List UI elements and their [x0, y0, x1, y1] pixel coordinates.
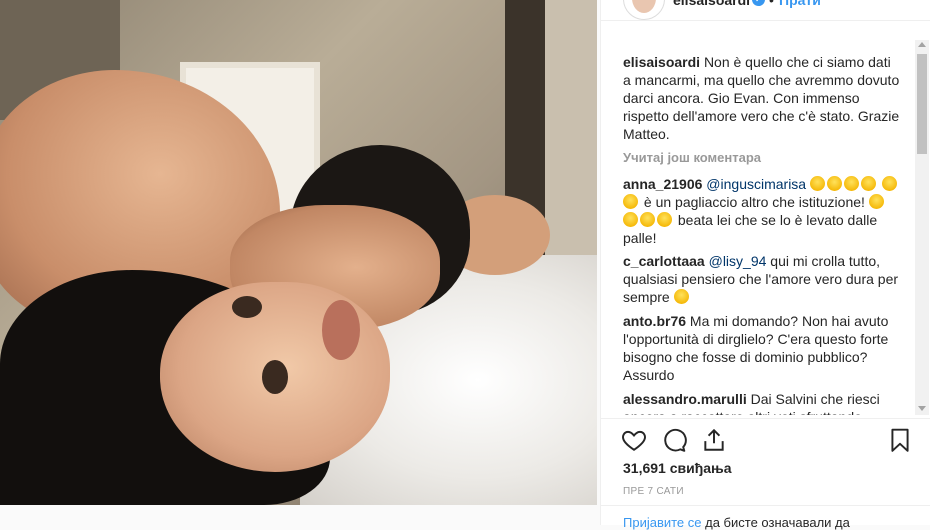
- post-timestamp[interactable]: ПРЕ 7 САТИ: [623, 486, 684, 497]
- list-item: c_carlottaaa @lisy_94 qui mi crolla tutt…: [623, 252, 901, 306]
- comments-scrollbar[interactable]: [915, 40, 929, 415]
- login-prompt: Пријавите се да бисте означавали да: [601, 505, 930, 530]
- post-side-panel: elisaisoardi ✓ • Прати elisaisoardi Non …: [600, 0, 930, 530]
- laughing-emoji-icon: [623, 194, 638, 209]
- laughing-emoji-icon: [868, 194, 884, 209]
- scroll-up-arrow-icon[interactable]: [918, 42, 926, 47]
- heart-icon[interactable]: [621, 427, 647, 453]
- comment-username[interactable]: c_carlottaaa: [623, 253, 705, 269]
- comment-text: è un pagliaccio altro che istituzione!: [643, 194, 865, 210]
- login-suffix: да бисте означавали да: [701, 515, 850, 530]
- header-username[interactable]: elisaisoardi: [673, 0, 750, 8]
- list-item: anna_21906 @inguscimarisa è un pagliacci…: [623, 175, 901, 247]
- likes-count[interactable]: 31,691 свиђања: [623, 460, 732, 476]
- photo-eye: [262, 360, 288, 394]
- laughing-emoji-icon: [810, 176, 825, 191]
- follow-button[interactable]: Прати: [779, 0, 821, 8]
- caption-username[interactable]: elisaisoardi: [623, 54, 700, 70]
- list-item: alessandro.marulli Dai Salvini che riesc…: [623, 390, 901, 415]
- login-link[interactable]: Пријавите се: [623, 515, 702, 530]
- verified-badge-icon: ✓: [752, 0, 765, 6]
- bookmark-icon[interactable]: [887, 427, 913, 453]
- laughing-emoji-icon: [640, 212, 655, 227]
- comment-icon[interactable]: [661, 427, 687, 453]
- scrollbar-thumb[interactable]: [917, 54, 927, 154]
- comment-username[interactable]: anto.br76: [623, 313, 686, 329]
- laughing-emoji-icon: [657, 212, 672, 227]
- photo-lips: [322, 300, 360, 360]
- post-photo[interactable]: [0, 0, 597, 505]
- laughing-emoji-icon: [844, 176, 859, 191]
- laughing-emoji-icon: [881, 176, 897, 191]
- laughing-emoji-icon: [673, 289, 689, 304]
- comments-list[interactable]: elisaisoardi Non è quello che ci siamo d…: [601, 40, 913, 415]
- avatar[interactable]: [623, 0, 665, 20]
- photo-wall: [545, 0, 597, 260]
- post-header: elisaisoardi ✓ • Прати: [601, 0, 930, 21]
- header-separator: •: [769, 0, 774, 8]
- login-prompt-text: Пријавите се да бисте означавали да: [623, 515, 850, 530]
- comment-username[interactable]: anna_21906: [623, 176, 702, 192]
- caption: elisaisoardi Non è quello che ci siamo d…: [623, 53, 901, 143]
- list-item: anto.br76 Ma mi domando? Non hai avuto l…: [623, 312, 901, 384]
- post-actions: [601, 418, 930, 459]
- scroll-down-arrow-icon[interactable]: [918, 406, 926, 411]
- comment-mention[interactable]: @inguscimarisa: [706, 176, 806, 192]
- comment-mention[interactable]: @lisy_94: [709, 253, 767, 269]
- laughing-emoji-icon: [623, 212, 638, 227]
- photo-eye: [232, 296, 262, 318]
- comment-username[interactable]: alessandro.marulli: [623, 391, 747, 407]
- share-icon[interactable]: [701, 427, 727, 453]
- laughing-emoji-icon: [827, 176, 842, 191]
- load-more-comments-button[interactable]: Учитај још коментара: [623, 150, 761, 165]
- laughing-emoji-icon: [861, 176, 876, 191]
